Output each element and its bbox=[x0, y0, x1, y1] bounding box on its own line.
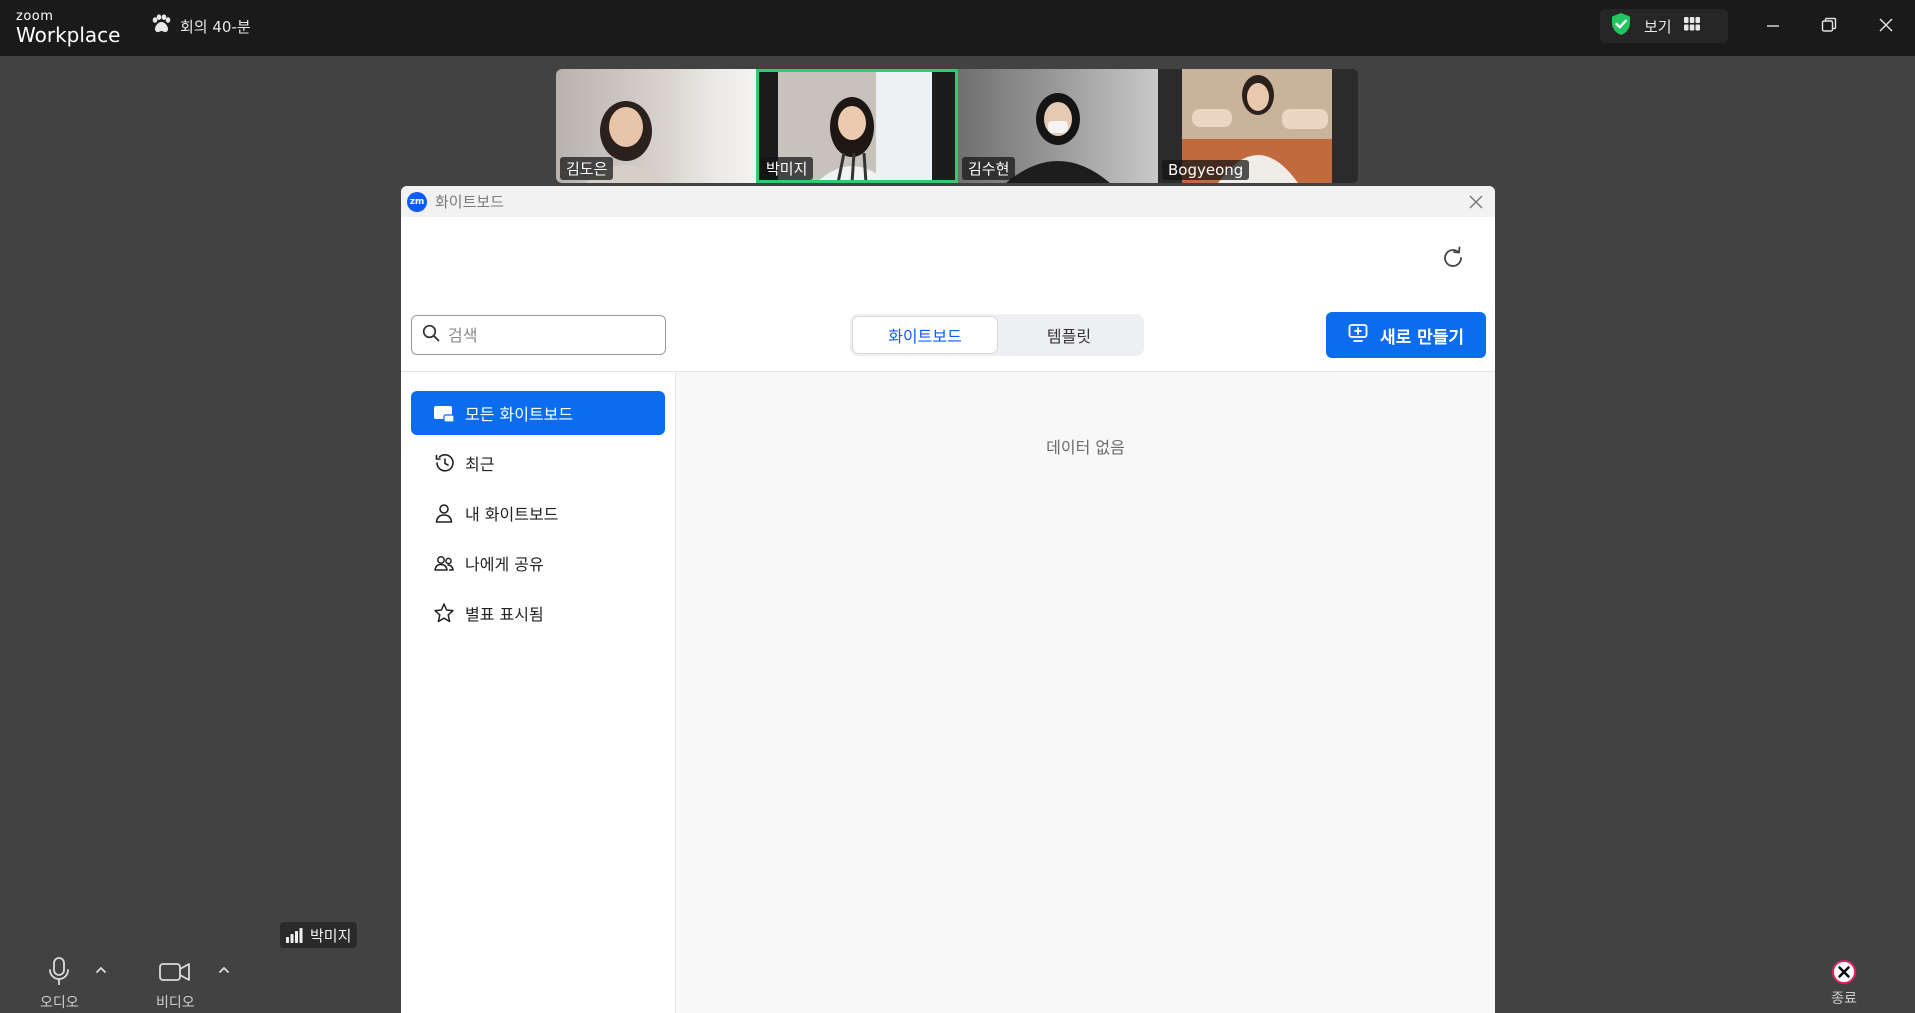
new-board-icon bbox=[1348, 323, 1370, 348]
refresh-icon bbox=[1444, 246, 1462, 267]
whiteboard-title: 화이트보드 bbox=[435, 193, 505, 211]
star-icon bbox=[434, 603, 454, 623]
people-icon bbox=[434, 556, 454, 571]
title-bar: zoom Workplace 회의 40-분 보기 bbox=[0, 0, 1915, 56]
nav-label: 별표 표시됨 bbox=[465, 605, 544, 624]
active-speaker-label: 박미지 bbox=[280, 922, 358, 948]
minimize-icon bbox=[1766, 18, 1780, 37]
video-tile[interactable]: 김도은 bbox=[556, 69, 756, 183]
nav-all-whiteboards[interactable]: 모든 화이트보드 bbox=[411, 391, 665, 435]
chevron-up-icon bbox=[96, 966, 106, 973]
person-icon bbox=[435, 504, 453, 523]
nav-my-whiteboards[interactable]: 내 화이트보드 bbox=[411, 491, 665, 535]
nav-shared-with-me[interactable]: 나에게 공유 bbox=[411, 541, 665, 585]
meeting-info[interactable]: 회의 40-분 bbox=[150, 14, 251, 38]
video-camera-icon bbox=[159, 963, 191, 981]
participant-name: 박미지 bbox=[760, 157, 814, 180]
empty-state-text: 데이터 없음 bbox=[1046, 438, 1125, 457]
participant-name: 김수현 bbox=[962, 157, 1016, 180]
minimize-button[interactable] bbox=[1758, 12, 1788, 42]
end-icon bbox=[1832, 960, 1856, 984]
view-button[interactable]: 보기 bbox=[1600, 9, 1728, 43]
participant-name: Bogyeong bbox=[1162, 160, 1250, 180]
whiteboard-nav: 모든 화이트보드 최근 내 화이트보드 나에게 공유 별표 표시됨 bbox=[411, 391, 665, 641]
tab-templates[interactable]: 템플릿 bbox=[997, 317, 1141, 353]
audio-button[interactable]: 오디오 bbox=[40, 956, 79, 1012]
restore-icon bbox=[1821, 17, 1837, 37]
nav-label: 최근 bbox=[465, 455, 495, 474]
audio-options-button[interactable] bbox=[95, 963, 107, 979]
nav-label: 내 화이트보드 bbox=[465, 505, 559, 524]
end-meeting-button[interactable]: 종료 bbox=[1830, 958, 1858, 1008]
search-box[interactable] bbox=[411, 315, 666, 355]
logo-big-text: Workplace bbox=[16, 23, 121, 47]
audio-label: 오디오 bbox=[40, 995, 79, 1011]
video-options-button[interactable] bbox=[218, 963, 230, 979]
logo-small-text: zoom bbox=[16, 9, 54, 24]
video-tile-active[interactable]: 박미지 bbox=[756, 69, 958, 183]
close-icon bbox=[1469, 195, 1483, 209]
grid-view-icon bbox=[1683, 17, 1700, 35]
zoom-window: zoom Workplace 회의 40-분 보기 김도은 박미지 김수현 Bo… bbox=[0, 0, 1915, 1013]
nav-starred[interactable]: 별표 표시됨 bbox=[411, 591, 665, 635]
whiteboard-icon bbox=[434, 406, 455, 423]
close-window-button[interactable] bbox=[1871, 12, 1901, 42]
restore-button[interactable] bbox=[1814, 12, 1844, 42]
video-strip: 김도은 박미지 김수현 Bogyeong bbox=[556, 69, 1358, 183]
speaker-name: 박미지 bbox=[310, 926, 352, 945]
nav-recent[interactable]: 최근 bbox=[411, 441, 665, 485]
divider bbox=[675, 371, 676, 1013]
close-icon bbox=[1878, 17, 1894, 37]
refresh-button[interactable] bbox=[1439, 244, 1467, 272]
paw-icon bbox=[150, 14, 172, 38]
new-whiteboard-label: 새로 만들기 bbox=[1379, 327, 1465, 348]
whiteboard-panel: zm 화이트보드 화이트보드 템플릿 새로 만들기 bbox=[401, 186, 1495, 1013]
search-input[interactable] bbox=[448, 325, 638, 345]
whiteboard-list-area bbox=[676, 372, 1495, 1013]
tab-whiteboard[interactable]: 화이트보드 bbox=[853, 317, 997, 353]
meeting-title: 회의 40-분 bbox=[180, 17, 251, 36]
zoom-workplace-logo: zoom Workplace bbox=[16, 9, 121, 47]
whiteboard-header: zm 화이트보드 bbox=[401, 186, 1495, 217]
chevron-up-icon bbox=[219, 966, 229, 973]
new-whiteboard-button[interactable]: 새로 만들기 bbox=[1326, 312, 1486, 358]
microphone-icon bbox=[49, 957, 70, 985]
zoom-app-icon: zm bbox=[407, 191, 427, 212]
clock-icon bbox=[435, 454, 454, 472]
end-label: 종료 bbox=[1831, 991, 1857, 1007]
video-button[interactable]: 비디오 bbox=[156, 956, 195, 1012]
nav-label: 모든 화이트보드 bbox=[465, 405, 574, 424]
participant-name: 김도은 bbox=[560, 157, 614, 180]
close-whiteboard-button[interactable] bbox=[1467, 193, 1485, 211]
video-label: 비디오 bbox=[156, 995, 195, 1011]
view-label: 보기 bbox=[1644, 17, 1672, 36]
video-tile[interactable]: 김수현 bbox=[958, 69, 1158, 183]
shield-check-icon bbox=[1610, 12, 1632, 40]
search-icon bbox=[422, 324, 440, 346]
video-tile[interactable]: Bogyeong bbox=[1158, 69, 1358, 183]
nav-label: 나에게 공유 bbox=[465, 555, 544, 574]
view-tabs: 화이트보드 템플릿 bbox=[850, 314, 1144, 356]
signal-bars-icon bbox=[286, 928, 303, 943]
